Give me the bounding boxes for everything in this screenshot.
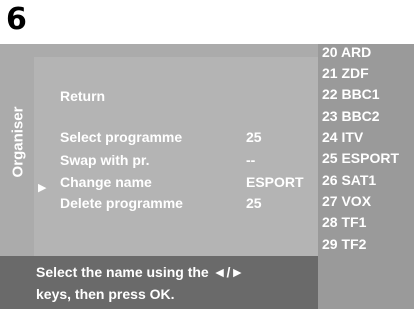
channel-item-selected[interactable]: 25 ESPORT <box>322 150 399 166</box>
organiser-label: Organiser <box>9 106 27 178</box>
menu-item-swap[interactable]: Swap with pr. <box>60 152 149 168</box>
channel-item[interactable]: 28 TF1 <box>322 214 366 230</box>
channel-item[interactable]: 24 ITV <box>322 129 363 145</box>
selection-pointer-icon: ▶ <box>38 182 47 194</box>
change-name-value: ESPORT <box>246 174 304 190</box>
hint-text-line-1: Select the name using the ◄/► <box>36 264 245 280</box>
menu-item-select-programme[interactable]: Select programme <box>60 129 182 145</box>
channel-item[interactable]: 23 BBC2 <box>322 108 380 124</box>
channel-item[interactable]: 26 SAT1 <box>322 172 376 188</box>
menu-item-change-name[interactable]: Change name <box>60 174 152 190</box>
channel-item[interactable]: 22 BBC1 <box>322 86 380 102</box>
channel-item[interactable]: 29 TF2 <box>322 236 366 252</box>
channel-item[interactable]: 20 ARD <box>322 44 371 60</box>
step-number: 6 <box>6 2 27 37</box>
select-programme-value: 25 <box>246 129 262 145</box>
delete-programme-value: 25 <box>246 195 262 211</box>
channel-list: 20 ARD 21 ZDF 22 BBC1 23 BBC2 24 ITV 25 … <box>318 44 414 309</box>
channel-item[interactable]: 21 ZDF <box>322 65 369 81</box>
menu-item-return[interactable]: Return <box>60 88 105 104</box>
channel-item[interactable]: 27 VOX <box>322 193 371 209</box>
organiser-menu: Return Select programme 25 Swap with pr.… <box>34 57 318 256</box>
hint-text-line-2: keys, then press OK. <box>36 286 175 302</box>
swap-value: -- <box>246 152 256 168</box>
hint-bar: Select the name using the ◄/► keys, then… <box>0 256 318 309</box>
menu-item-delete-programme[interactable]: Delete programme <box>60 195 183 211</box>
